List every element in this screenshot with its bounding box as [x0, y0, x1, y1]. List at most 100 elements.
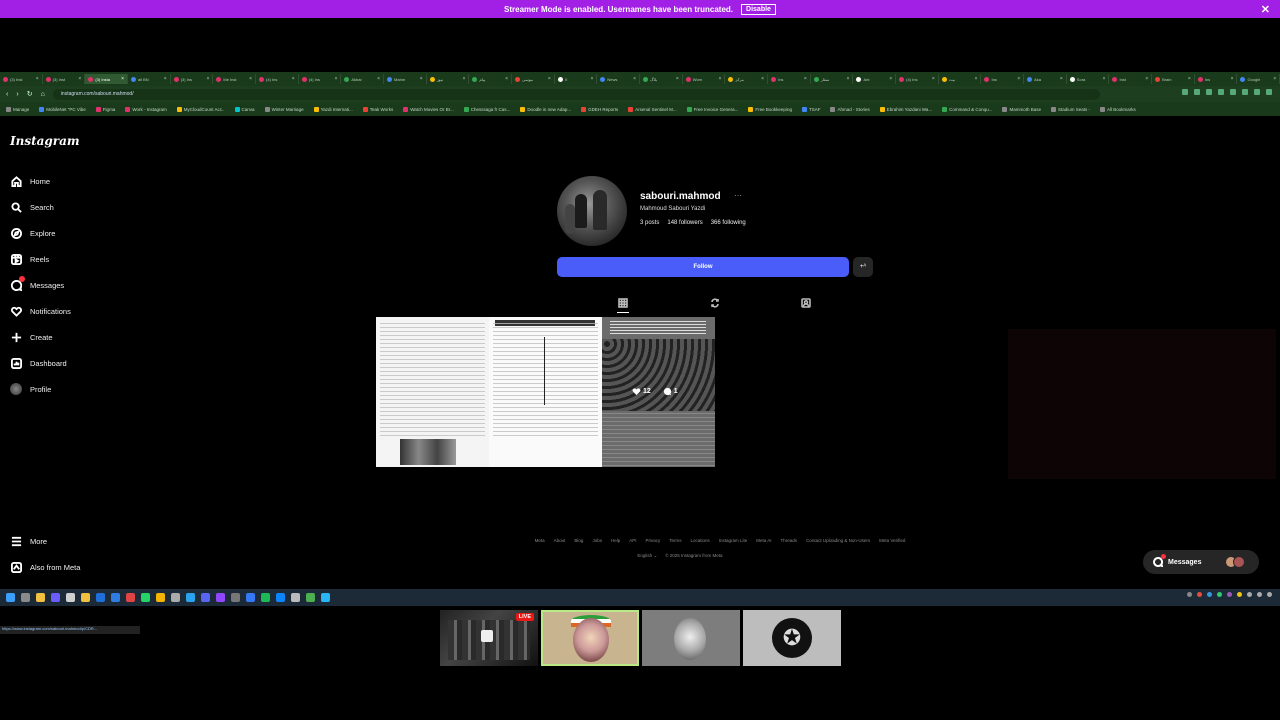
following-count[interactable]: 366 following — [711, 220, 746, 226]
spotify-icon[interactable] — [261, 593, 270, 602]
close-icon[interactable]: ✕ — [1261, 3, 1270, 16]
extension-icon[interactable] — [1218, 89, 1224, 95]
sidebar-item-home[interactable]: Home — [10, 168, 71, 194]
app-icon[interactable] — [276, 593, 285, 602]
sidebar-item-messages[interactable]: Messages — [10, 272, 71, 298]
bookmark-item[interactable]: Stadium Seats - — [1050, 106, 1090, 112]
tab-tagged-icon[interactable] — [800, 297, 812, 309]
browser-tab[interactable]: News × — [597, 74, 641, 84]
reload-icon[interactable]: ↻ — [27, 90, 33, 98]
browser-tab[interactable]: پیام × — [469, 74, 513, 84]
follow-button[interactable]: Follow — [557, 257, 849, 277]
extension-icon[interactable] — [1242, 89, 1248, 95]
app-icon[interactable] — [36, 593, 45, 602]
tab-close-icon[interactable]: × — [633, 76, 636, 82]
tab-close-icon[interactable]: × — [377, 76, 380, 82]
tray-icon[interactable] — [1237, 592, 1242, 597]
tab-close-icon[interactable]: × — [292, 76, 295, 82]
browser-tab[interactable]: X × — [555, 74, 598, 84]
tab-close-icon[interactable]: × — [804, 76, 807, 82]
tab-close-icon[interactable]: × — [932, 76, 935, 82]
footer-link[interactable]: About — [554, 538, 566, 543]
tray-icon[interactable] — [1197, 592, 1202, 597]
bookmark-item[interactable]: Winter Marriage — [264, 106, 304, 112]
sidebar-item-reels[interactable]: Reels — [10, 246, 71, 272]
sidebar-item-also-from-meta[interactable]: Also from Meta — [10, 554, 80, 580]
browser-tab[interactable]: Brain × — [1152, 74, 1195, 84]
tab-close-icon[interactable]: × — [719, 76, 722, 82]
app-icon[interactable] — [171, 593, 180, 602]
extension-icon[interactable] — [1254, 89, 1260, 95]
suggested-users-button[interactable]: +ᴬ — [853, 257, 873, 277]
browser-tab[interactable]: مرکز × — [725, 74, 769, 84]
tab-close-icon[interactable]: × — [1017, 76, 1020, 82]
bookmark-item[interactable]: Watch Movies Or Br... — [403, 106, 454, 112]
footer-link[interactable]: API — [629, 538, 636, 543]
tray-icon[interactable] — [1207, 592, 1212, 597]
bookmark-item[interactable]: GDEH Reports — [581, 106, 618, 112]
extension-icon[interactable] — [1194, 89, 1200, 95]
browser-tab[interactable]: Me Inst × — [213, 74, 257, 84]
disable-streamer-mode-button[interactable]: Disable — [741, 3, 776, 15]
post-thumbnail[interactable] — [489, 317, 602, 467]
footer-link[interactable]: Help — [611, 538, 620, 543]
tab-reposts-icon[interactable] — [709, 297, 721, 309]
browser-tab[interactable]: Google × — [1237, 74, 1280, 84]
taskview-icon[interactable] — [21, 593, 30, 602]
tab-close-icon[interactable]: × — [1103, 76, 1106, 82]
app-icon[interactable] — [51, 593, 60, 602]
sidebar-item-notifications[interactable]: Notifications — [10, 298, 71, 324]
language-select[interactable]: English ⌄ — [637, 553, 657, 559]
profile-avatar[interactable] — [557, 176, 627, 246]
app-icon[interactable] — [111, 593, 120, 602]
tab-close-icon[interactable]: × — [889, 76, 892, 82]
tab-posts-grid-icon[interactable] — [617, 297, 629, 309]
browser-tab[interactable]: سقار × — [811, 74, 854, 84]
bookmark-item[interactable]: Arsenal Sentinel M... — [628, 106, 677, 112]
forward-icon[interactable]: › — [16, 91, 18, 98]
footer-link[interactable]: Privacy — [645, 538, 660, 543]
footer-link[interactable]: Terms — [669, 538, 681, 543]
wifi-icon[interactable] — [1257, 592, 1262, 597]
twitch-icon[interactable] — [216, 593, 225, 602]
bookmark-item[interactable]: Ebrahim Yazdani Wa... — [879, 106, 932, 112]
bookmark-item[interactable]: Doodle in new Adap... — [520, 106, 571, 112]
bookmark-item[interactable]: MobileNet "PC Vibe — [39, 106, 86, 112]
footer-link[interactable]: Jobs — [592, 538, 602, 543]
bookmark-item[interactable]: Free Bookkeeping — [748, 106, 792, 112]
bookmark-item[interactable]: Teak Works — [362, 106, 393, 112]
browser-tab[interactable]: (3) Inst × — [43, 74, 86, 84]
browser-tab[interactable]: موسی × — [512, 74, 555, 84]
browser-tab[interactable]: Sora × — [1067, 74, 1110, 84]
footer-link[interactable]: Meta Verified — [879, 538, 905, 543]
volume-icon[interactable] — [1267, 592, 1272, 597]
whatsapp-icon[interactable] — [141, 593, 150, 602]
tray-icon[interactable] — [1247, 592, 1252, 597]
camera-tile-screen-share[interactable]: LIVE — [440, 610, 538, 666]
sidebar-item-profile[interactable]: Profile — [10, 376, 71, 402]
post-thumbnail-hovered[interactable]: 12 1 — [602, 317, 715, 467]
tab-close-icon[interactable]: × — [1273, 76, 1276, 82]
bookmark-item[interactable]: Free Invoice Genera... — [686, 106, 738, 112]
browser-tab[interactable]: Aka × — [1024, 74, 1067, 84]
bookmark-item[interactable]: Work - Instagram — [125, 106, 167, 112]
tab-close-icon[interactable]: × — [1145, 76, 1148, 82]
footer-link[interactable]: Meta — [535, 538, 545, 543]
tab-close-icon[interactable]: × — [78, 76, 81, 82]
browser-tab[interactable]: Ins × — [1195, 74, 1238, 84]
app-icon[interactable] — [231, 593, 240, 602]
messages-floating-button[interactable]: Messages — [1143, 550, 1259, 574]
footer-link[interactable]: Blog — [574, 538, 583, 543]
post-thumbnail[interactable] — [376, 317, 489, 467]
bookmark-item[interactable]: TSAF — [801, 106, 820, 112]
tab-close-icon[interactable]: × — [761, 76, 764, 82]
footer-link[interactable]: Instagram Lite — [719, 538, 748, 543]
url-field[interactable]: instagram.com/sabouri.mahmod/ — [52, 88, 1100, 100]
browser-tab[interactable]: (4) Ins × — [299, 74, 342, 84]
browser-tab[interactable]: Mahm × — [384, 74, 427, 84]
followers-count[interactable]: 148 followers — [667, 220, 702, 226]
footer-link[interactable]: Meta AI — [756, 538, 771, 543]
tab-close-icon[interactable]: × — [548, 76, 551, 82]
tab-close-icon[interactable]: × — [590, 76, 593, 82]
browser-tab[interactable]: Inst × — [1109, 74, 1153, 84]
